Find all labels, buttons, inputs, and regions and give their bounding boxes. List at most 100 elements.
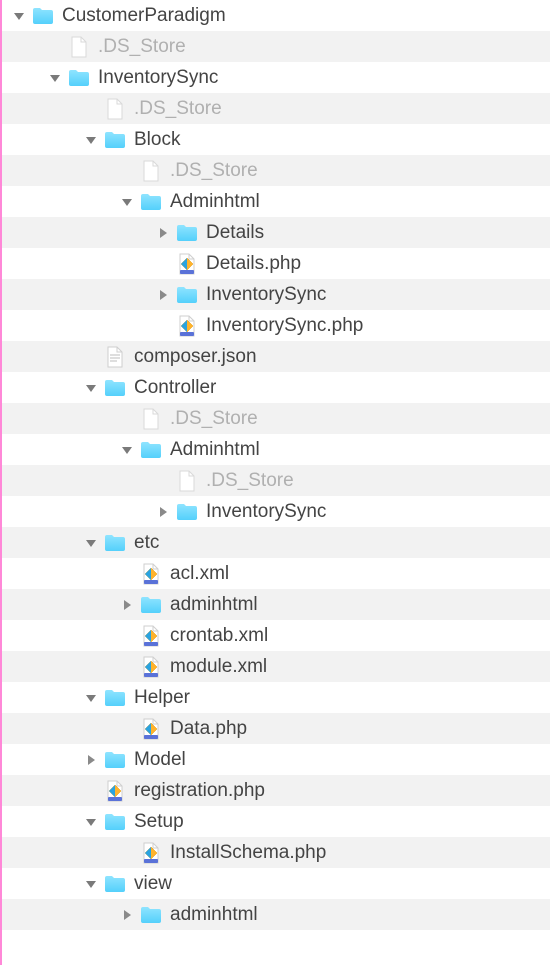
- code-file-icon: [140, 563, 162, 585]
- chevron-down-icon[interactable]: [120, 195, 134, 209]
- file-ds-store[interactable]: .DS_Store: [2, 93, 550, 124]
- file-composer-json[interactable]: composer.json: [2, 341, 550, 372]
- tree-item-label: adminhtml: [170, 904, 258, 926]
- blank-file-icon: [140, 408, 162, 430]
- folder-controller[interactable]: Controller: [2, 372, 550, 403]
- tree-item-label: .DS_Store: [98, 36, 186, 58]
- tree-item-label: Setup: [134, 811, 184, 833]
- folder-customerparadigm[interactable]: CustomerParadigm: [2, 0, 550, 31]
- tree-item-label: Model: [134, 749, 186, 771]
- tree-item-label: adminhtml: [170, 594, 258, 616]
- file-ds-store[interactable]: .DS_Store: [2, 465, 550, 496]
- chevron-down-icon[interactable]: [48, 71, 62, 85]
- tree-item-label: Details: [206, 222, 264, 244]
- tree-item-label: view: [134, 873, 172, 895]
- folder-icon: [104, 873, 126, 895]
- chevron-down-icon[interactable]: [84, 133, 98, 147]
- tree-item-label: CustomerParadigm: [62, 5, 226, 27]
- file-ds-store[interactable]: .DS_Store: [2, 31, 550, 62]
- code-file-icon: [176, 253, 198, 275]
- file-module-xml[interactable]: module.xml: [2, 651, 550, 682]
- chevron-down-icon[interactable]: [84, 877, 98, 891]
- tree-item-label: registration.php: [134, 780, 265, 802]
- folder-adminhtml-etc[interactable]: adminhtml: [2, 589, 550, 620]
- tree-item-label: Adminhtml: [170, 439, 260, 461]
- folder-icon: [176, 284, 198, 306]
- tree-item-label: acl.xml: [170, 563, 229, 585]
- tree-item-label: InventorySync: [98, 67, 218, 89]
- folder-view[interactable]: view: [2, 868, 550, 899]
- folder-icon: [140, 594, 162, 616]
- file-ds-store[interactable]: .DS_Store: [2, 403, 550, 434]
- folder-etc[interactable]: etc: [2, 527, 550, 558]
- chevron-right-icon[interactable]: [156, 226, 170, 240]
- folder-inventorysync-controller[interactable]: InventorySync: [2, 496, 550, 527]
- chevron-right-icon[interactable]: [120, 908, 134, 922]
- folder-model[interactable]: Model: [2, 744, 550, 775]
- file-ds-store[interactable]: .DS_Store: [2, 155, 550, 186]
- chevron-down-icon[interactable]: [84, 381, 98, 395]
- code-file-icon: [104, 780, 126, 802]
- folder-helper[interactable]: Helper: [2, 682, 550, 713]
- file-installschema-php[interactable]: InstallSchema.php: [2, 837, 550, 868]
- code-file-icon: [176, 315, 198, 337]
- tree-item-label: Details.php: [206, 253, 301, 275]
- file-acl-xml[interactable]: acl.xml: [2, 558, 550, 589]
- folder-adminhtml-view[interactable]: adminhtml: [2, 899, 550, 930]
- folder-icon: [104, 687, 126, 709]
- text-file-icon: [104, 346, 126, 368]
- blank-file-icon: [104, 98, 126, 120]
- folder-icon: [32, 5, 54, 27]
- folder-icon: [104, 129, 126, 151]
- folder-icon: [140, 439, 162, 461]
- chevron-down-icon[interactable]: [84, 536, 98, 550]
- tree-item-label: crontab.xml: [170, 625, 268, 647]
- file-registration-php[interactable]: registration.php: [2, 775, 550, 806]
- blank-file-icon: [176, 470, 198, 492]
- folder-icon: [104, 749, 126, 771]
- folder-icon: [68, 67, 90, 89]
- folder-adminhtml[interactable]: Adminhtml: [2, 186, 550, 217]
- folder-icon: [104, 532, 126, 554]
- tree-item-label: Data.php: [170, 718, 247, 740]
- chevron-down-icon[interactable]: [12, 9, 26, 23]
- chevron-right-icon[interactable]: [156, 288, 170, 302]
- code-file-icon: [140, 842, 162, 864]
- tree-item-label: Controller: [134, 377, 216, 399]
- file-crontab-xml[interactable]: crontab.xml: [2, 620, 550, 651]
- folder-setup[interactable]: Setup: [2, 806, 550, 837]
- blank-file-icon: [140, 160, 162, 182]
- chevron-down-icon[interactable]: [84, 815, 98, 829]
- file-details-php[interactable]: Details.php: [2, 248, 550, 279]
- chevron-down-icon[interactable]: [84, 691, 98, 705]
- tree-item-label: .DS_Store: [170, 160, 258, 182]
- chevron-right-icon[interactable]: [84, 753, 98, 767]
- tree-item-label: Adminhtml: [170, 191, 260, 213]
- chevron-right-icon[interactable]: [120, 598, 134, 612]
- tree-item-label: module.xml: [170, 656, 267, 678]
- code-file-icon: [140, 656, 162, 678]
- tree-item-label: InventorySync: [206, 284, 326, 306]
- folder-block[interactable]: Block: [2, 124, 550, 155]
- tree-item-label: InstallSchema.php: [170, 842, 326, 864]
- folder-inventorysync[interactable]: InventorySync: [2, 62, 550, 93]
- folder-details[interactable]: Details: [2, 217, 550, 248]
- folder-icon: [140, 191, 162, 213]
- chevron-right-icon[interactable]: [156, 505, 170, 519]
- tree-item-label: composer.json: [134, 346, 257, 368]
- folder-adminhtml-controller[interactable]: Adminhtml: [2, 434, 550, 465]
- file-tree[interactable]: CustomerParadigm .DS_Store InventorySync .D…: [0, 0, 550, 965]
- tree-item-label: etc: [134, 532, 159, 554]
- folder-icon: [176, 222, 198, 244]
- folder-icon: [140, 904, 162, 926]
- folder-icon: [104, 811, 126, 833]
- file-data-php[interactable]: Data.php: [2, 713, 550, 744]
- code-file-icon: [140, 625, 162, 647]
- folder-inventorysync-block[interactable]: InventorySync: [2, 279, 550, 310]
- chevron-down-icon[interactable]: [120, 443, 134, 457]
- tree-item-label: .DS_Store: [170, 408, 258, 430]
- file-inventorysync-php[interactable]: InventorySync.php: [2, 310, 550, 341]
- tree-item-label: InventorySync: [206, 501, 326, 523]
- tree-item-label: InventorySync.php: [206, 315, 363, 337]
- code-file-icon: [140, 718, 162, 740]
